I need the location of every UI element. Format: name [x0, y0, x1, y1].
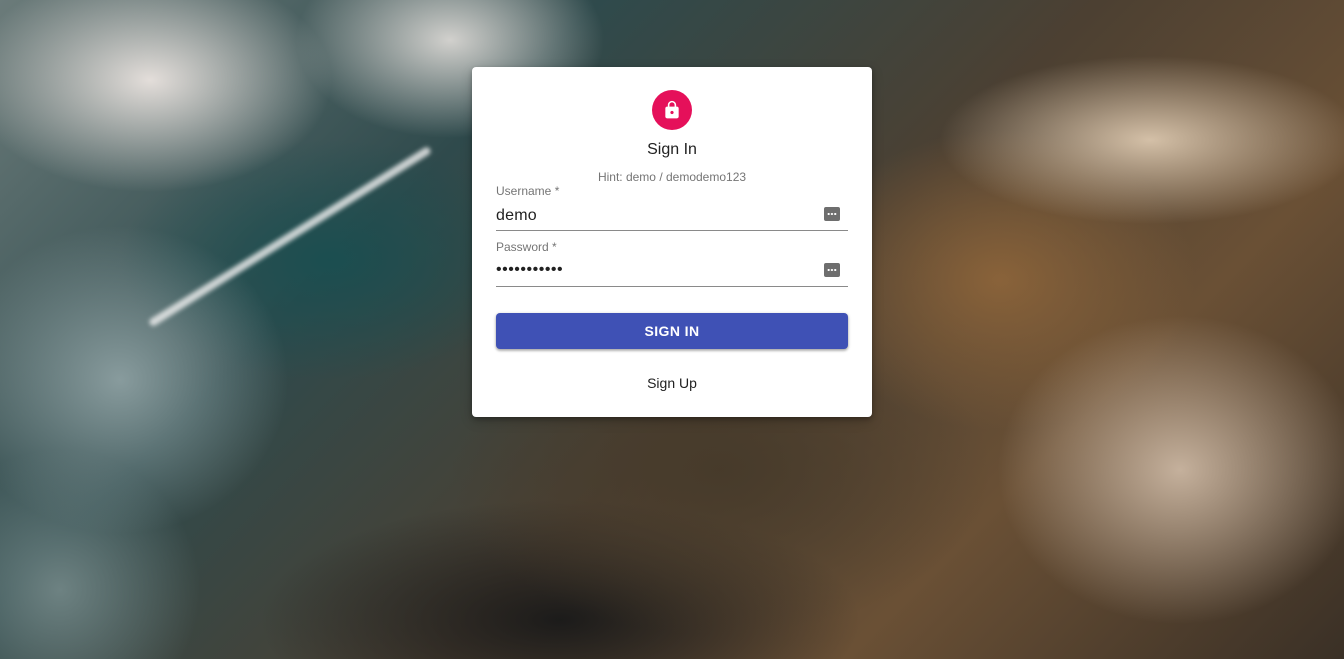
- username-input[interactable]: demo: [496, 207, 537, 225]
- password-underline: [496, 286, 848, 287]
- username-underline: [496, 230, 848, 231]
- sign-in-button[interactable]: SIGN IN: [496, 313, 848, 349]
- username-field[interactable]: Username * demo: [496, 183, 848, 231]
- password-field[interactable]: Password * •••••••••••: [496, 239, 848, 287]
- login-card: Sign In Hint: demo / demodemo123 Usernam…: [472, 67, 872, 417]
- password-manager-icon[interactable]: [824, 263, 840, 277]
- page-title: Sign In: [647, 141, 697, 158]
- lock-icon: [665, 100, 679, 119]
- sign-up-button[interactable]: Sign Up: [612, 365, 732, 401]
- credentials-hint: Hint: demo / demodemo123: [597, 170, 747, 184]
- username-label: Username *: [496, 184, 560, 198]
- password-label: Password *: [496, 240, 557, 254]
- lock-avatar: [652, 90, 692, 130]
- surf-line: [147, 145, 432, 328]
- password-manager-icon[interactable]: [824, 207, 840, 221]
- password-input[interactable]: •••••••••••: [496, 261, 563, 279]
